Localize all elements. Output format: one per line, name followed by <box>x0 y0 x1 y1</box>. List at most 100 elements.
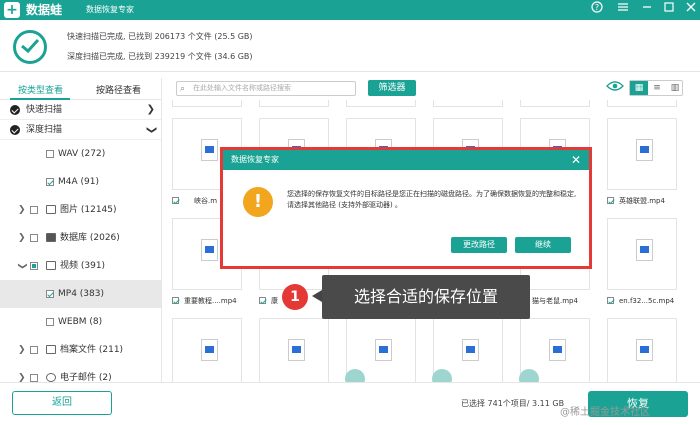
file-card[interactable] <box>607 100 677 107</box>
file-card[interactable] <box>519 318 590 382</box>
file-name[interactable]: 康 <box>259 296 278 306</box>
check-icon <box>10 125 20 135</box>
selection-summary: 已选择 741个项目/ 3.11 GB <box>461 399 565 408</box>
file-checkbox[interactable] <box>259 297 266 304</box>
file-card[interactable] <box>172 100 242 107</box>
item-checkbox[interactable] <box>30 346 38 354</box>
eye-icon[interactable] <box>606 80 624 96</box>
video-file-icon <box>201 139 218 161</box>
item-checkbox[interactable] <box>30 374 38 382</box>
tree-item-archives[interactable]: ❯ 档案文件 (211) <box>0 336 161 364</box>
file-name[interactable]: en.f32...5c.mp4 <box>607 296 674 306</box>
scan-status-header: 快速扫描已完成, 已找到 206173 个文件 (25.5 GB) 深度扫描已完… <box>0 20 700 72</box>
tree-item-database[interactable]: ❯ 数据库 (2026) <box>0 224 161 252</box>
file-card[interactable] <box>607 118 677 190</box>
file-checkbox[interactable] <box>607 297 614 304</box>
left-panel: 按类型查看 按路径查看 快速扫描 ❯ 深度扫描 ❯ WAV (272) M4A … <box>0 78 162 383</box>
search-input[interactable]: ⌕ 在此处输入文件名称或路径搜索 <box>176 81 356 96</box>
tree-item-webm[interactable]: WEBM (8) <box>0 308 161 336</box>
chevron-down-icon[interactable]: ❯ <box>141 126 161 134</box>
tree-item-mp4[interactable]: MP4 (383) <box>0 280 161 308</box>
expand-icon[interactable]: ❯ <box>18 336 26 364</box>
dialog-title-bar: 数据恢复专家 ✕ <box>223 150 589 170</box>
bottom-bar: 返回 已选择 741个项目/ 3.11 GB 恢复 @稀土掘金技术社区 <box>0 382 700 425</box>
file-card[interactable] <box>259 100 329 107</box>
tree-item-label: MP4 (383) <box>58 289 104 299</box>
item-checkbox[interactable] <box>30 206 38 214</box>
file-card[interactable] <box>432 318 503 382</box>
tab-by-type[interactable]: 按类型查看 <box>18 83 63 96</box>
close-icon[interactable] <box>682 0 700 20</box>
file-card[interactable] <box>607 218 677 290</box>
detail-view-icon[interactable]: ▥ <box>666 81 684 95</box>
close-icon[interactable]: ✕ <box>571 150 581 170</box>
minimize-icon[interactable] <box>638 0 656 20</box>
content-toolbar: ⌕ 在此处输入文件名称或路径搜索 筛选器 ▦ ≡ ▥ <box>170 78 700 100</box>
item-checkbox[interactable] <box>46 150 54 158</box>
quick-scan-status: 快速扫描已完成, 已找到 206173 个文件 (25.5 GB) <box>67 32 253 41</box>
save-path-warning-dialog: 数据恢复专家 ✕ ! 您选择的保存恢复文件的目标路径是您正在扫描的磁盘路径。为了… <box>220 147 592 269</box>
preview-blob-icon <box>432 369 452 382</box>
menu-icon[interactable] <box>614 0 632 20</box>
file-checkbox[interactable] <box>172 197 179 204</box>
step-number-badge: 1 <box>282 284 308 310</box>
database-icon <box>46 233 56 242</box>
file-card[interactable] <box>520 100 590 107</box>
back-button[interactable]: 返回 <box>12 391 112 415</box>
video-file-icon <box>375 339 392 361</box>
file-card[interactable] <box>345 318 416 382</box>
callout-arrow <box>312 290 322 302</box>
file-checkbox[interactable] <box>607 197 614 204</box>
tab-by-path[interactable]: 按路径查看 <box>96 83 141 96</box>
app-name: 数据蛙 <box>26 3 63 17</box>
item-checkbox[interactable] <box>46 290 54 298</box>
item-checkbox[interactable] <box>30 262 38 270</box>
grid-view-icon[interactable]: ▦ <box>630 81 648 95</box>
expand-icon[interactable]: ❯ <box>18 196 26 224</box>
watermark: @稀土掘金技术社区 <box>560 407 650 418</box>
item-checkbox[interactable] <box>46 178 54 186</box>
quick-scan-row[interactable]: 快速扫描 ❯ <box>0 100 161 120</box>
tree-item-images[interactable]: ❯ 图片 (12145) <box>0 196 161 224</box>
video-file-icon <box>636 139 653 161</box>
file-card[interactable] <box>346 100 416 107</box>
help-icon[interactable]: ? <box>588 0 606 20</box>
tree-item-m4a[interactable]: M4A (91) <box>0 168 161 196</box>
file-name[interactable]: 重要教程....mp4 <box>172 296 237 306</box>
file-name[interactable]: 英雄联盟.mp4 <box>607 196 665 206</box>
tree-item-label: 图片 (12145) <box>60 205 117 215</box>
deep-scan-label: 深度扫描 <box>26 125 63 135</box>
tree-item-label: 视频 (391) <box>60 261 106 271</box>
tree-item-label: M4A (91) <box>58 177 99 187</box>
video-file-icon <box>288 339 305 361</box>
video-file-icon <box>636 239 653 261</box>
file-card[interactable] <box>259 318 329 382</box>
item-checkbox[interactable] <box>30 234 38 242</box>
dialog-title: 数据恢复专家 <box>231 155 279 164</box>
view-tabs: 按类型查看 按路径查看 <box>0 78 161 100</box>
change-path-button[interactable]: 更改路径 <box>451 237 507 253</box>
continue-button[interactable]: 继续 <box>515 237 571 253</box>
preview-blob-icon <box>519 369 539 382</box>
filter-button[interactable]: 筛选器 <box>368 80 416 96</box>
list-view-icon[interactable]: ≡ <box>648 81 666 95</box>
deep-scan-row[interactable]: 深度扫描 ❯ <box>0 120 161 140</box>
restore-icon[interactable] <box>660 0 678 20</box>
title-bar: + 数据蛙 数据恢复专家 ? <box>0 0 700 20</box>
file-card[interactable] <box>172 318 242 382</box>
chevron-right-icon[interactable]: ❯ <box>147 100 155 120</box>
file-card[interactable] <box>433 100 503 107</box>
tree-item-wav[interactable]: WAV (272) <box>0 140 161 168</box>
tree-item-label: WAV (272) <box>58 149 106 159</box>
search-placeholder: 在此处输入文件名称或路径搜索 <box>193 84 291 92</box>
file-name[interactable]: 峡谷.m <box>172 196 217 206</box>
tree-item-video[interactable]: ❯ 视频 (391) <box>0 252 161 280</box>
file-card[interactable] <box>607 318 677 382</box>
file-checkbox[interactable] <box>172 297 179 304</box>
svg-text:?: ? <box>595 3 599 12</box>
quick-scan-label: 快速扫描 <box>26 105 63 115</box>
item-checkbox[interactable] <box>46 318 54 326</box>
video-icon <box>46 261 56 270</box>
tree-item-label: 数据库 (2026) <box>60 233 120 243</box>
expand-icon[interactable]: ❯ <box>18 224 26 252</box>
